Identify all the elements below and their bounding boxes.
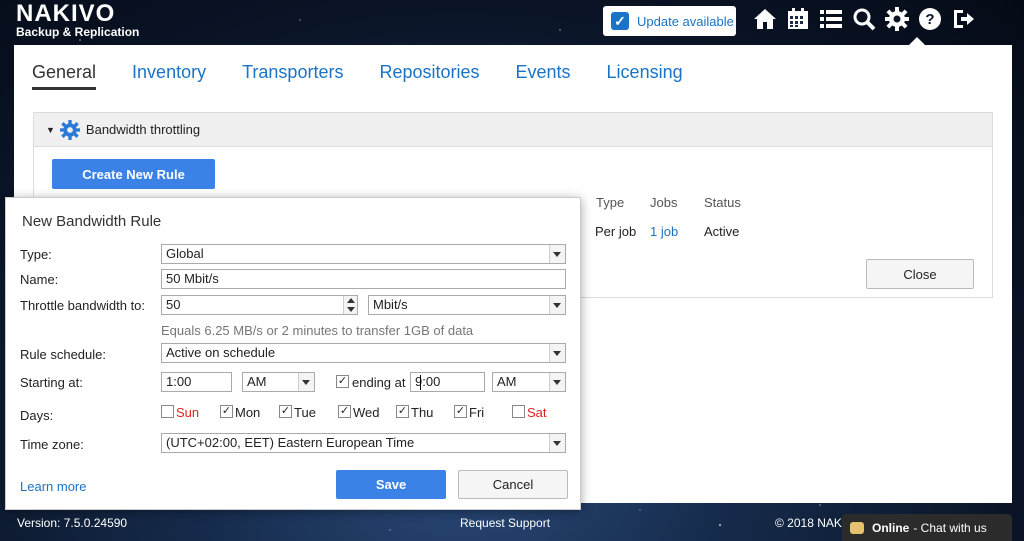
update-available-label: Update available bbox=[637, 13, 734, 29]
timezone-select-value: (UTC+02:00, EET) Eastern European Time bbox=[166, 435, 415, 450]
top-toolbar: ? bbox=[750, 4, 977, 34]
gear-icon[interactable] bbox=[882, 4, 911, 34]
name-label: Name: bbox=[20, 272, 59, 287]
tab-repositories[interactable]: Repositories bbox=[379, 62, 479, 90]
end-ampm-value: AM bbox=[497, 374, 517, 389]
day-label-wed: Wed bbox=[353, 405, 380, 420]
save-button[interactable]: Save bbox=[336, 470, 446, 499]
end-time-input[interactable]: 9:00 bbox=[410, 372, 485, 392]
column-header-jobs: Jobs bbox=[650, 195, 678, 210]
throttle-unit-value: Mbit/s bbox=[373, 297, 408, 312]
section-title: Bandwidth throttling bbox=[85, 122, 201, 137]
settings-gear-icon bbox=[59, 119, 80, 140]
day-checkbox-wed[interactable]: ✓ bbox=[338, 405, 351, 418]
tab-licensing[interactable]: Licensing bbox=[607, 62, 683, 90]
collapse-caret-icon[interactable]: ▼ bbox=[46, 125, 55, 135]
request-support-link[interactable]: Request Support bbox=[460, 516, 550, 530]
brand-name: NAKIVO bbox=[16, 0, 116, 27]
home-icon[interactable] bbox=[750, 4, 779, 34]
schedule-label: Rule schedule: bbox=[20, 347, 106, 362]
chat-text: - Chat with us bbox=[913, 520, 987, 535]
column-header-status: Status bbox=[704, 195, 741, 210]
cancel-button[interactable]: Cancel bbox=[458, 470, 568, 499]
day-checkbox-sat[interactable] bbox=[512, 405, 525, 418]
start-ampm-value: AM bbox=[247, 374, 267, 389]
dialog-title: New Bandwidth Rule bbox=[22, 213, 162, 230]
calendar-icon[interactable] bbox=[783, 4, 812, 34]
tab-events[interactable]: Events bbox=[516, 62, 571, 90]
start-ampm-select[interactable]: AM bbox=[242, 372, 315, 392]
section-header[interactable]: ▼ Bandwidth throttling bbox=[34, 113, 992, 147]
throttle-hint: Equals 6.25 MB/s or 2 minutes to transfe… bbox=[161, 323, 474, 338]
svg-text:?: ? bbox=[925, 11, 934, 28]
stepper-down-icon[interactable] bbox=[347, 307, 355, 312]
starting-label: Starting at: bbox=[20, 375, 83, 390]
throttle-stepper[interactable] bbox=[343, 296, 357, 314]
tab-inventory[interactable]: Inventory bbox=[132, 62, 206, 90]
throttle-label: Throttle bandwidth to: bbox=[20, 298, 146, 313]
ending-at-label: ending at bbox=[352, 375, 406, 390]
text-cursor bbox=[420, 375, 421, 390]
throttle-unit-select[interactable]: Mbit/s bbox=[368, 295, 566, 315]
chevron-down-icon bbox=[553, 303, 561, 308]
chevron-down-icon bbox=[302, 380, 310, 385]
day-checkbox-mon[interactable]: ✓ bbox=[220, 405, 233, 418]
version-text: Version: 7.5.0.24590 bbox=[17, 516, 128, 530]
checkmark-icon: ✓ bbox=[611, 12, 629, 30]
create-new-rule-button[interactable]: Create New Rule bbox=[52, 159, 215, 189]
new-bandwidth-rule-dialog: New Bandwidth Rule Type: Global Name: 50… bbox=[5, 197, 581, 510]
ending-at-checkbox[interactable]: ✓ bbox=[336, 375, 349, 388]
throttle-input[interactable]: 50 bbox=[161, 295, 358, 315]
chat-bubble-icon bbox=[850, 521, 864, 534]
chat-widget[interactable]: Online - Chat with us bbox=[842, 514, 1012, 541]
stepper-up-icon[interactable] bbox=[347, 298, 355, 303]
help-icon[interactable]: ? bbox=[915, 4, 944, 34]
days-label: Days: bbox=[20, 408, 54, 423]
schedule-select[interactable]: Active on schedule bbox=[161, 343, 566, 363]
logout-icon[interactable] bbox=[948, 4, 977, 34]
day-label-thu: Thu bbox=[411, 405, 434, 420]
tab-general[interactable]: General bbox=[32, 62, 97, 90]
rule-status-cell: Active bbox=[704, 224, 740, 239]
day-label-tue: Tue bbox=[294, 405, 316, 420]
rule-jobs-link[interactable]: 1 job bbox=[650, 224, 678, 239]
timezone-label: Time zone: bbox=[20, 437, 84, 452]
day-checkbox-fri[interactable]: ✓ bbox=[454, 405, 467, 418]
chevron-down-icon bbox=[553, 380, 561, 385]
tab-transporters[interactable]: Transporters bbox=[242, 62, 343, 90]
day-label-mon: Mon bbox=[235, 405, 261, 420]
chevron-down-icon bbox=[553, 252, 561, 257]
start-time-input[interactable]: 1:00 bbox=[161, 372, 232, 392]
type-select[interactable]: Global bbox=[161, 244, 566, 264]
schedule-select-value: Active on schedule bbox=[166, 345, 276, 360]
type-label: Type: bbox=[20, 247, 52, 262]
day-label-fri: Fri bbox=[469, 405, 485, 420]
brand-subtitle: Backup & Replication bbox=[16, 25, 140, 39]
day-checkbox-sun[interactable] bbox=[161, 405, 174, 418]
active-menu-pointer bbox=[909, 37, 925, 45]
day-label-sat: Sat bbox=[527, 405, 547, 420]
day-checkbox-tue[interactable]: ✓ bbox=[279, 405, 292, 418]
end-time-value: 9:00 bbox=[415, 374, 441, 389]
update-available-button[interactable]: ✓ Update available bbox=[603, 6, 736, 36]
search-icon[interactable] bbox=[849, 4, 878, 34]
end-ampm-select[interactable]: AM bbox=[492, 372, 566, 392]
day-label-sun: Sun bbox=[176, 405, 200, 420]
list-icon[interactable] bbox=[816, 4, 845, 34]
settings-tabs: General Inventory Transporters Repositor… bbox=[32, 62, 683, 90]
timezone-select[interactable]: (UTC+02:00, EET) Eastern European Time bbox=[161, 433, 566, 453]
column-header-type: Type bbox=[596, 195, 625, 210]
name-input[interactable]: 50 Mbit/s bbox=[161, 269, 566, 289]
rule-type-cell: Per job bbox=[595, 224, 637, 239]
day-checkbox-thu[interactable]: ✓ bbox=[396, 405, 409, 418]
app-logo[interactable]: NAKIVO Backup & Replication bbox=[16, 0, 140, 39]
throttle-value: 50 bbox=[166, 297, 181, 312]
chevron-down-icon bbox=[553, 441, 561, 446]
learn-more-link[interactable]: Learn more bbox=[20, 479, 86, 494]
chat-status: Online bbox=[872, 520, 910, 535]
chevron-down-icon bbox=[553, 351, 561, 356]
type-select-value: Global bbox=[166, 246, 204, 261]
close-button[interactable]: Close bbox=[866, 259, 974, 289]
